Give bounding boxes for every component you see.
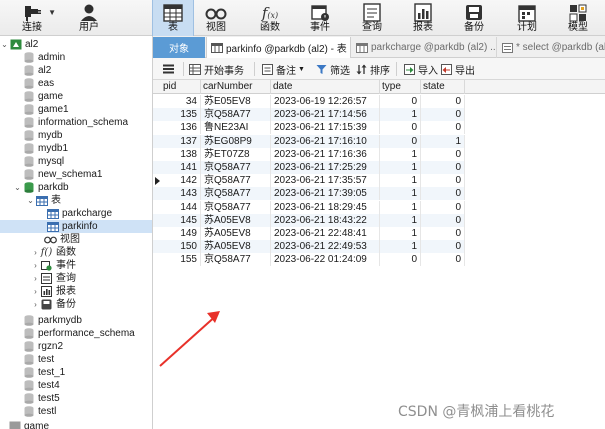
watermark: CSDN @青枫浦上看桃花 [398,404,555,420]
annotation-arrow [159,311,220,367]
